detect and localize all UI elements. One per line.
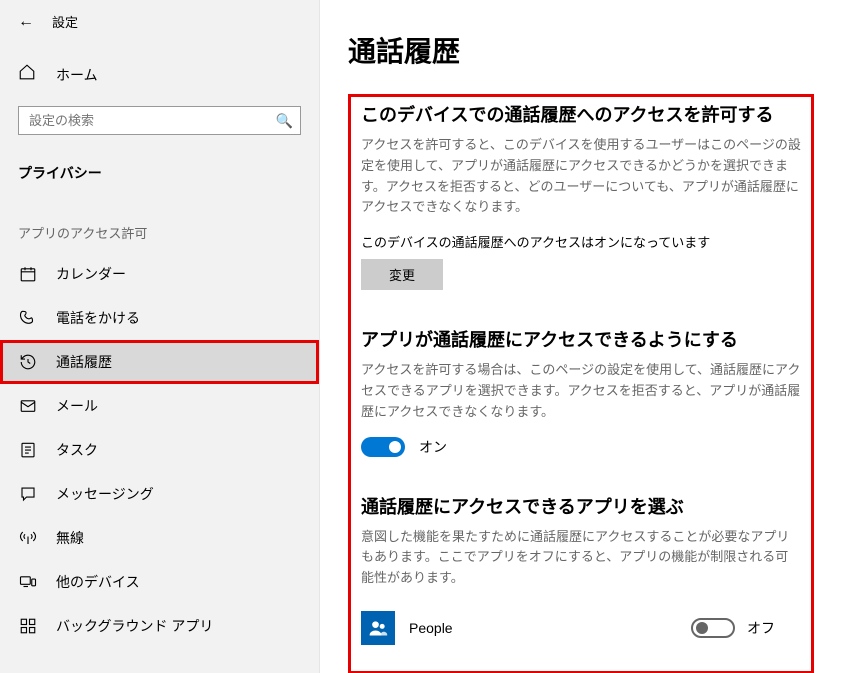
sidebar-item-otherdevices[interactable]: 他のデバイス: [0, 560, 319, 604]
search-box: 🔍: [18, 106, 301, 135]
calendar-icon: [18, 265, 38, 283]
sidebar-item-calendar[interactable]: カレンダー: [0, 252, 319, 296]
allow-apps-toggle-label: オン: [419, 437, 447, 457]
settings-title: 設定: [52, 12, 78, 31]
sidebar-item-radio[interactable]: 無線: [0, 516, 319, 560]
people-app-toggle-label: オフ: [747, 618, 775, 638]
sidebar-item-label: 他のデバイス: [56, 572, 140, 592]
change-button[interactable]: 変更: [361, 259, 443, 290]
section3-title: 通話履歴にアクセスできるアプリを選ぶ: [361, 493, 801, 519]
messaging-icon: [18, 485, 38, 503]
section2-title: アプリが通話履歴にアクセスできるようにする: [361, 326, 801, 352]
back-button[interactable]: ←: [18, 13, 34, 31]
section1-title: このデバイスでの通話履歴へのアクセスを許可する: [361, 101, 801, 127]
home-label: ホーム: [56, 65, 98, 85]
sidebar-item-label: バックグラウンド アプリ: [56, 616, 213, 636]
sidebar-item-messaging[interactable]: メッセージング: [0, 472, 319, 516]
tasks-icon: [18, 441, 38, 459]
section1-status: このデバイスの通話履歴へのアクセスはオンになっています: [361, 232, 801, 251]
sidebar-item-tasks[interactable]: タスク: [0, 428, 319, 472]
page-title: 通話履歴: [348, 30, 814, 70]
search-input[interactable]: [18, 106, 301, 135]
background-icon: [18, 617, 38, 635]
home-icon: [18, 63, 38, 86]
search-icon: 🔍: [276, 112, 293, 129]
section2-desc: アクセスを許可する場合は、このページの設定を使用して、通話履歴にアクセスできるア…: [361, 360, 801, 422]
sidebar-item-label: カレンダー: [56, 264, 126, 284]
people-app-icon: [361, 611, 395, 645]
section1-desc: アクセスを許可すると、このデバイスを使用するユーザーはこのページの設定を使用して…: [361, 135, 801, 218]
allow-apps-toggle[interactable]: [361, 437, 405, 457]
phonecall-icon: [18, 309, 38, 327]
content-highlight-frame: このデバイスでの通話履歴へのアクセスを許可する アクセスを許可すると、このデバイ…: [348, 94, 814, 673]
app-row-people: People オフ: [361, 603, 801, 653]
callhistory-icon: [18, 353, 38, 371]
section3-desc: 意図した機能を果たすために通話履歴にアクセスすることが必要なアプリもあります。こ…: [361, 527, 801, 589]
sidebar-item-callhistory[interactable]: 通話履歴: [0, 340, 319, 384]
sidebar-item-label: 通話履歴: [56, 352, 112, 372]
app-name: People: [409, 620, 677, 636]
home-nav[interactable]: ホーム: [0, 53, 319, 96]
sidebar-item-phonecall[interactable]: 電話をかける: [0, 296, 319, 340]
sidebar-item-background[interactable]: バックグラウンド アプリ: [0, 604, 319, 648]
sidebar-item-label: 電話をかける: [56, 308, 140, 328]
sidebar-item-label: 無線: [56, 528, 84, 548]
privacy-category: プライバシー: [0, 145, 319, 193]
sidebar-item-mail[interactable]: メール: [0, 384, 319, 428]
people-app-toggle[interactable]: [691, 618, 735, 638]
sidebar-item-label: メール: [56, 396, 98, 416]
mail-icon: [18, 397, 38, 415]
sidebar-item-label: タスク: [56, 440, 98, 460]
sidebar-item-label: メッセージング: [56, 484, 154, 504]
otherdevices-icon: [18, 573, 38, 591]
section-label-permissions: アプリのアクセス許可: [0, 193, 319, 252]
radio-icon: [18, 529, 38, 547]
